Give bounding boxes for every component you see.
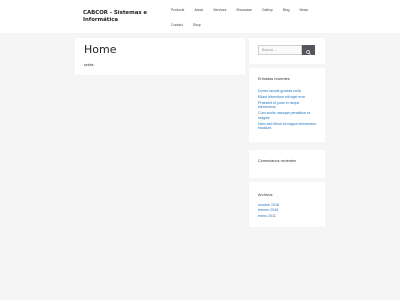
search-widget xyxy=(249,38,325,64)
nav-item-showcase[interactable]: Showcase xyxy=(231,5,257,15)
page-body-text: sebbs xyxy=(84,63,94,67)
nav-item-news[interactable]: News xyxy=(294,5,312,15)
archive-link[interactable]: enero 2011 xyxy=(258,214,276,218)
nav-row-2: Contact Shop xyxy=(166,20,306,30)
list-item: Etiam bibendum elit eget erat xyxy=(258,95,318,99)
list-item: Cum sociis natoque penatibus et magnis xyxy=(258,111,318,120)
main-nav: Products About Services Showcase Gallery… xyxy=(166,5,308,30)
recent-comments-title: Comentarios recientes xyxy=(258,159,296,163)
page-content: Home sebbs xyxy=(75,38,245,75)
list-item: Nam sed tellus id magna elementum tincid… xyxy=(258,122,318,131)
nav-item-gallery[interactable]: Gallery xyxy=(257,5,278,15)
nav-item-about[interactable]: About xyxy=(189,5,208,15)
recent-posts-list: Donec iaculis gravida nulla Etiam bibend… xyxy=(258,89,318,132)
search-icon xyxy=(306,43,311,58)
nav-item-services[interactable]: Services xyxy=(208,5,231,15)
page-title: Home xyxy=(84,43,117,56)
archives-title: Archivos xyxy=(258,193,273,197)
recent-post-link[interactable]: Donec iaculis gravida nulla xyxy=(258,89,301,93)
search-button[interactable] xyxy=(302,45,315,55)
archives-widget: Archivos octubre 2018 febrero 2016 enero… xyxy=(249,182,325,227)
list-item: octubre 2018 xyxy=(258,203,279,207)
site-title[interactable]: CABCOR - Sistemas e Informática xyxy=(83,10,163,24)
recent-post-link[interactable]: Praesent id justo in neque elementum xyxy=(258,101,300,109)
nav-item-contact[interactable]: Contact xyxy=(166,20,188,30)
recent-comments-widget: Comentarios recientes xyxy=(249,150,325,178)
recent-posts-title: Entradas recientes xyxy=(258,77,290,81)
list-item: enero 2011 xyxy=(258,214,279,218)
recent-post-link[interactable]: Cum sociis natoque penatibus et magnis xyxy=(258,111,310,119)
list-item: Praesent id justo in neque elementum xyxy=(258,101,318,110)
site-header: CABCOR - Sistemas e Informática Products… xyxy=(0,0,400,33)
nav-item-shop[interactable]: Shop xyxy=(188,20,206,30)
archive-link[interactable]: febrero 2016 xyxy=(258,208,278,212)
recent-posts-widget: Entradas recientes Donec iaculis gravida… xyxy=(249,68,325,142)
nav-item-products[interactable]: Products xyxy=(166,5,189,15)
list-item: febrero 2016 xyxy=(258,208,279,212)
recent-post-link[interactable]: Nam sed tellus id magna elementum tincid… xyxy=(258,122,316,130)
recent-post-link[interactable]: Etiam bibendum elit eget erat xyxy=(258,95,305,99)
archive-link[interactable]: octubre 2018 xyxy=(258,203,279,207)
archives-list: octubre 2018 febrero 2016 enero 2011 xyxy=(258,203,279,219)
search-input[interactable] xyxy=(258,45,302,55)
list-item: Donec iaculis gravida nulla xyxy=(258,89,318,93)
nav-item-blog[interactable]: Blog xyxy=(278,5,295,15)
nav-row-1: Products About Services Showcase Gallery… xyxy=(166,5,308,15)
